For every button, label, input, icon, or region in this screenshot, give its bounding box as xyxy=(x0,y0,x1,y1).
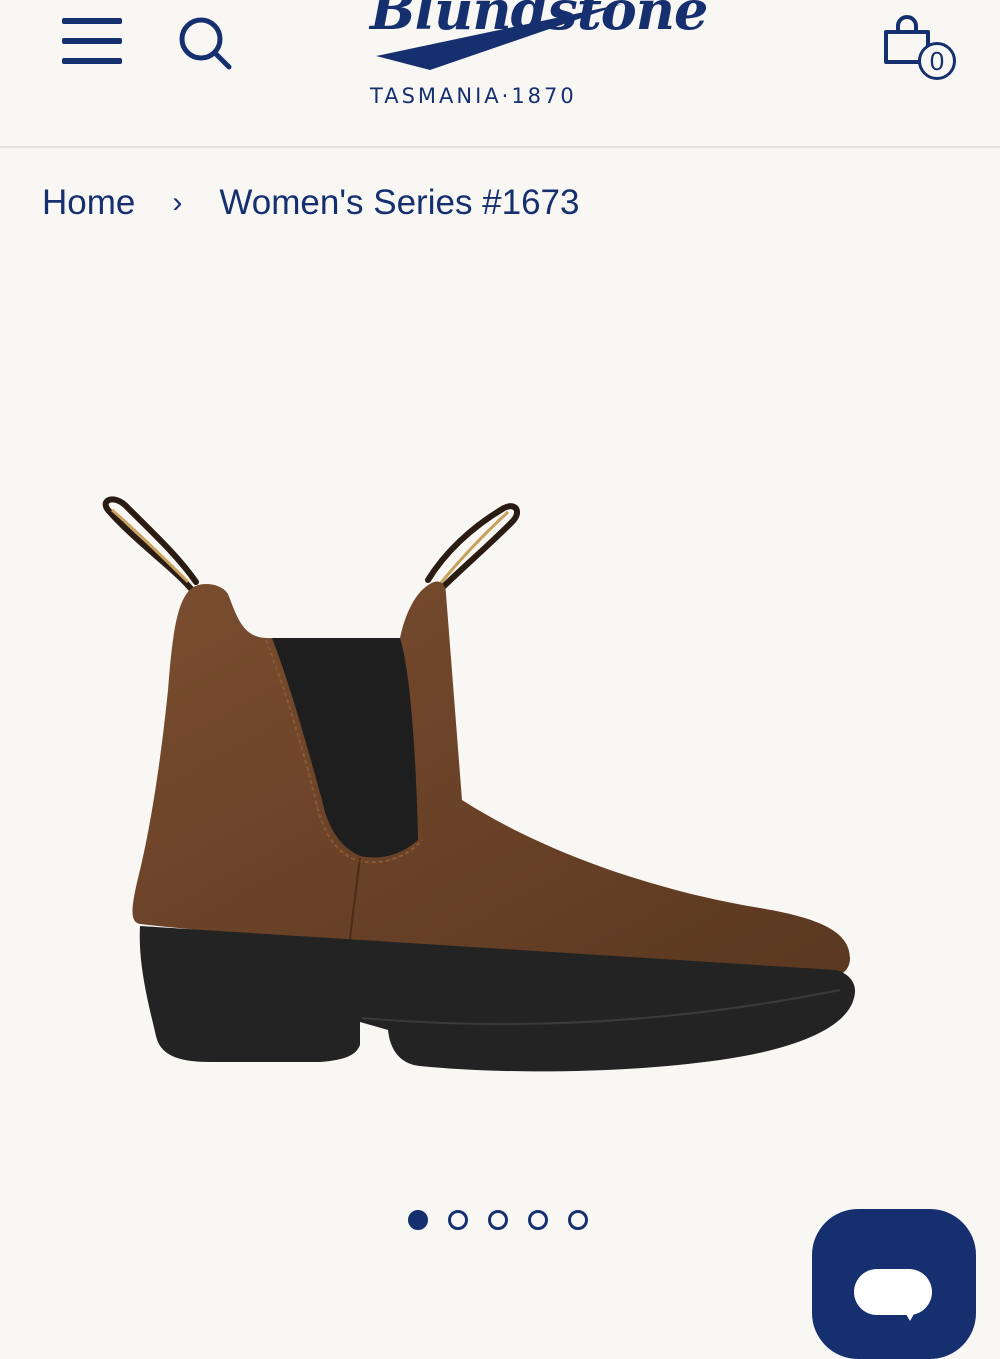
gallery-dot-5[interactable] xyxy=(568,1210,588,1230)
menu-button[interactable] xyxy=(58,14,128,68)
cart-button[interactable]: 0 xyxy=(880,12,964,92)
gallery-dot-3[interactable] xyxy=(488,1210,508,1230)
gallery-pagination xyxy=(408,1210,608,1234)
hamburger-menu-icon xyxy=(62,58,122,64)
logo-tagline: TASMANIA·1870 xyxy=(370,84,577,108)
chat-bubble-tail xyxy=(902,1307,918,1321)
product-image[interactable] xyxy=(60,470,900,1110)
site-header: Blundstone TASMANIA·1870 0 xyxy=(0,0,1000,148)
hamburger-menu-icon xyxy=(62,18,122,24)
cart-count-badge: 0 xyxy=(918,42,956,80)
breadcrumb: Home › Women's Series #1673 xyxy=(42,178,580,228)
brand-logo[interactable]: Blundstone TASMANIA·1870 xyxy=(360,0,708,120)
chat-bubble-icon xyxy=(854,1269,932,1315)
chevron-right-icon: › xyxy=(172,186,183,219)
chelsea-boot-image xyxy=(102,496,856,1072)
search-button[interactable] xyxy=(176,14,234,72)
breadcrumb-home-link[interactable]: Home xyxy=(42,183,135,223)
hamburger-menu-icon xyxy=(62,38,122,44)
search-icon xyxy=(179,17,232,70)
chat-button[interactable] xyxy=(812,1209,976,1359)
logo-swoosh-icon xyxy=(376,4,622,70)
gallery-dot-4[interactable] xyxy=(528,1210,548,1230)
breadcrumb-current-page: Women's Series #1673 xyxy=(219,183,580,222)
gallery-dot-1[interactable] xyxy=(408,1210,428,1230)
gallery-dot-2[interactable] xyxy=(448,1210,468,1230)
